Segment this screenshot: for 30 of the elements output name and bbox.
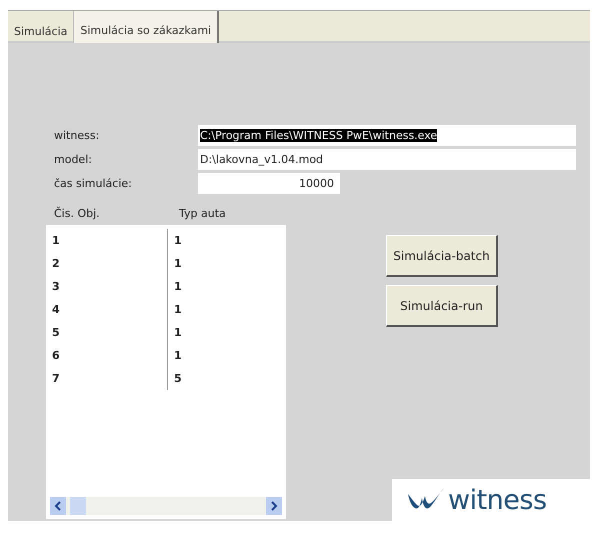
field-label: witness: — [54, 128, 100, 142]
list-cell: 3 — [46, 275, 168, 298]
scrollbar-thumb[interactable] — [70, 497, 86, 515]
field-label: čas simulácie: — [54, 176, 133, 190]
list-cell-text: 1 — [173, 326, 182, 339]
list-cell-text: 1 — [173, 280, 182, 293]
column-header: Typ auta — [179, 206, 226, 220]
list-cell: 5 — [46, 321, 168, 344]
list-cell-text: 1 — [173, 257, 182, 270]
list-box[interactable]: 1 1 2 1 3 1 4 1 5 1 6 1 7 5 — [46, 225, 286, 519]
list-cell-text: 1 — [173, 303, 182, 316]
tab[interactable]: Simulácia so zákazkami — [74, 11, 220, 43]
field-label: model: — [54, 152, 93, 166]
input-field[interactable]: C:\Program Files\WITNESS PwE\witness.exe — [198, 124, 576, 146]
list-cell: 2 — [46, 252, 168, 275]
horizontal-scrollbar[interactable] — [50, 497, 282, 515]
tab[interactable]: Simulácia — [8, 11, 74, 43]
list-cell: 7 — [46, 367, 168, 390]
logo-text: witness — [448, 484, 547, 516]
list-cell-text: 5 — [173, 372, 182, 385]
input-field[interactable]: D:\lakovna_v1.04.mod — [198, 148, 576, 170]
list-cell-text: 1 — [173, 234, 182, 247]
action-button[interactable]: Simulácia-batch — [386, 235, 498, 277]
input-field[interactable]: 10000 — [198, 172, 340, 194]
list-cell: 4 — [46, 298, 168, 321]
list-cell: 6 — [46, 344, 168, 367]
column-header: Čis. Obj. — [54, 206, 101, 220]
list-cell: 1 — [46, 229, 168, 252]
list-cell-text: 1 — [173, 349, 182, 362]
action-button[interactable]: Simulácia-run — [386, 285, 498, 327]
